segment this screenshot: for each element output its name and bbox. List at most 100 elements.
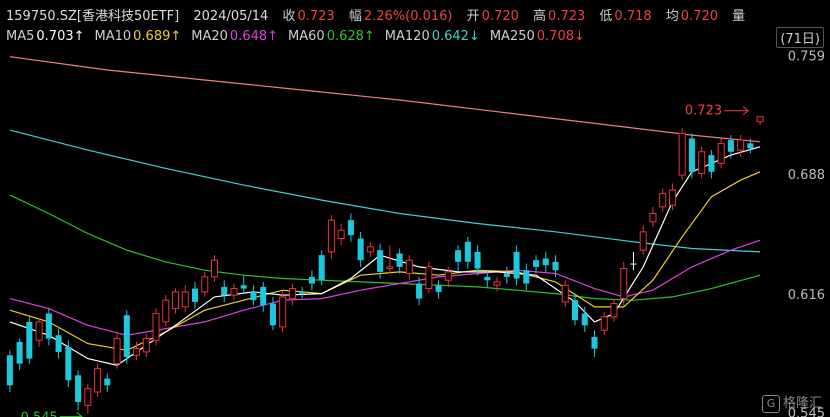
ma250-line (9, 56, 761, 143)
candle-body (425, 266, 433, 290)
close-label: 收 (282, 9, 296, 24)
candle-body (552, 261, 559, 271)
high-label: 高 (533, 9, 547, 24)
candle-body (386, 266, 394, 270)
candle-body (269, 303, 276, 326)
candle-body (620, 268, 628, 300)
candle-body (181, 291, 189, 308)
candle-body (698, 151, 706, 174)
candle-body (191, 288, 199, 302)
change-label: 幅 (348, 9, 362, 24)
candle-body (210, 259, 219, 278)
ma-legend-value: 0.628↑ (326, 29, 375, 44)
ma-legend-value: 0.703↑ (36, 29, 85, 44)
candle-body (444, 271, 452, 281)
candle-body (142, 338, 150, 353)
ma-legend-label: MA10 (94, 29, 132, 44)
y-tick-label: 0.759 (788, 50, 825, 65)
quote-row: 159750.SZ[香港科技50ETF] 2024/05/14 收 0.723 幅… (6, 5, 745, 24)
security-title: 159750.SZ[香港科技50ETF] (6, 9, 180, 24)
candle-body (6, 355, 13, 386)
candle-body (308, 276, 315, 284)
quote-header: 159750.SZ[香港科技50ETF] 2024/05/14 收 0.723 幅… (0, 0, 830, 50)
candle-body (152, 313, 160, 341)
candle-body (221, 286, 228, 296)
candle-body (104, 378, 111, 386)
candle-body (513, 251, 520, 279)
low-annotation: 0.545 (21, 411, 58, 417)
candle-body (45, 313, 52, 339)
candle-body (113, 338, 121, 365)
watermark-logo-icon: G (761, 395, 780, 413)
ma-legend-label: MA250 (489, 29, 535, 44)
ma5-line (9, 146, 761, 366)
candle-body (561, 284, 569, 303)
candle-body (668, 189, 676, 206)
ma120-line (9, 129, 761, 253)
candle-body (279, 296, 287, 328)
candle-body (688, 138, 695, 172)
candle-body (708, 155, 715, 172)
candle-body (357, 238, 364, 261)
candle-body (347, 220, 354, 236)
candle-body (337, 229, 345, 240)
candle-body (581, 313, 588, 326)
candlestick-chart: 0.7590.6880.6160.5450.7230.545 (6, 50, 825, 417)
candle-body (327, 219, 335, 253)
candle-body (727, 140, 734, 152)
open-value: 0.720 (481, 9, 519, 24)
candle-body (16, 341, 23, 364)
candle-body (94, 368, 102, 393)
candle-body (377, 250, 384, 272)
period-selector[interactable]: (71日) (776, 27, 824, 48)
avg-value: 0.720 (680, 9, 719, 24)
candle-body (405, 259, 413, 275)
candle-body (464, 241, 471, 262)
watermark-text: 格隆汇 (782, 396, 822, 411)
candle-body (591, 336, 598, 349)
candle-body (630, 263, 637, 265)
ma-legend-value: 0.689↑ (133, 29, 182, 44)
candle-body (201, 276, 209, 293)
candle-body (756, 116, 764, 123)
candle-body (240, 285, 247, 289)
candle-body (571, 300, 579, 321)
open-label: 开 (466, 9, 480, 24)
high-value: 0.723 (548, 9, 586, 24)
close-value: 0.723 (297, 9, 335, 24)
ma-legend-label: MA20 (191, 29, 228, 44)
ma-legend-label: MA60 (288, 29, 325, 44)
candle-body (523, 270, 530, 284)
candle-body (474, 251, 481, 269)
candle-body (747, 143, 754, 149)
candle-body (610, 303, 618, 318)
candle-body (123, 315, 130, 357)
low-value: 0.718 (614, 9, 652, 24)
candle-body (678, 132, 686, 176)
candle-body (133, 348, 141, 356)
ma-legend-value: 0.642↓ (431, 29, 480, 44)
ma-legend-value: 0.648↑ (229, 29, 279, 44)
high-annotation: 0.723 (685, 104, 722, 119)
candle-body (737, 139, 745, 151)
candle-body (455, 250, 462, 262)
candle-body (484, 276, 491, 281)
candle-body (250, 291, 257, 301)
candle-body (503, 273, 510, 277)
ma-legend-label: MA5 (6, 29, 35, 44)
candle-body (230, 288, 238, 296)
candle-body (171, 291, 180, 310)
candle-body (659, 192, 667, 208)
candle-body (366, 246, 374, 253)
candle-body (260, 286, 267, 306)
candle-body (416, 283, 423, 299)
ma10-line (9, 171, 761, 351)
candle-body (318, 255, 325, 281)
candle-body (649, 212, 657, 223)
candle-body (288, 288, 296, 300)
low-label: 低 (599, 9, 613, 24)
candle-body (600, 316, 608, 331)
candle-body (717, 142, 725, 164)
candle-body (55, 335, 62, 352)
y-tick-label: 0.688 (788, 168, 825, 183)
